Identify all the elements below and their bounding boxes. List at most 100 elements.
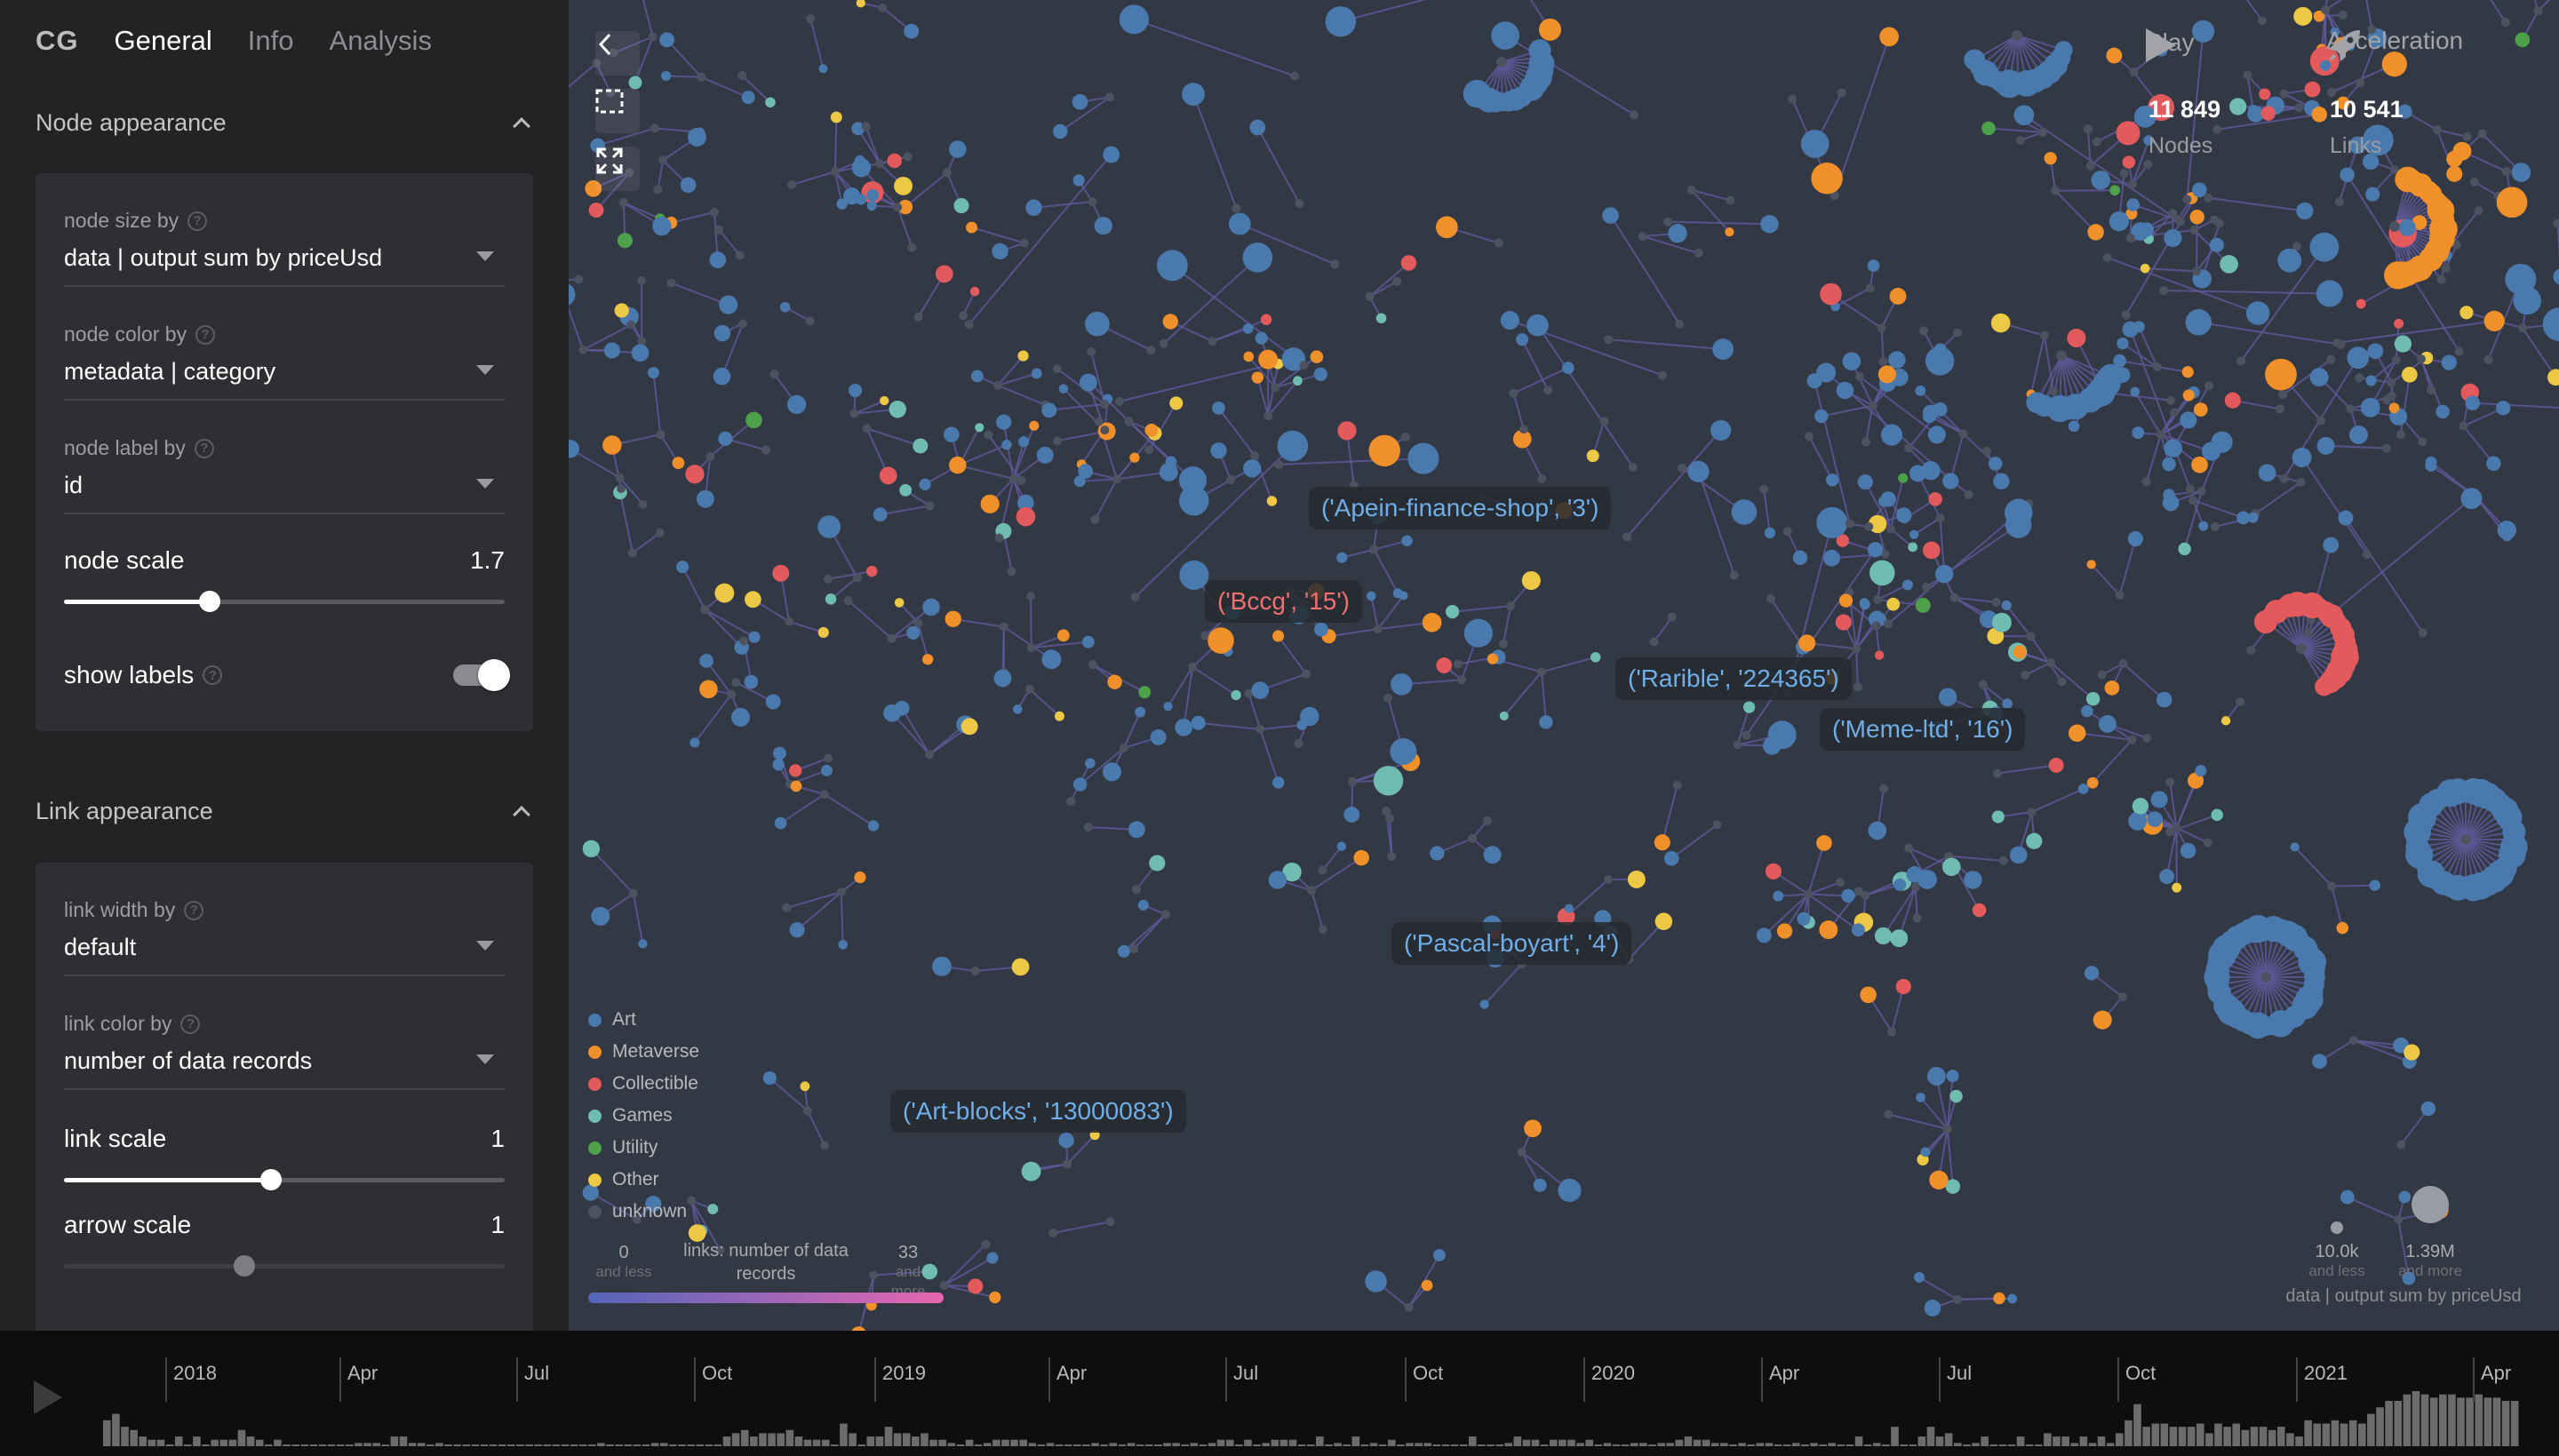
timeline-bar xyxy=(2304,1420,2312,1446)
graph-node xyxy=(2278,390,2288,400)
graph-node xyxy=(1978,680,1988,689)
fit-view-button[interactable] xyxy=(595,147,640,191)
tab-general[interactable]: General xyxy=(115,25,212,57)
graph-link xyxy=(959,443,1008,466)
help-icon[interactable]: ? xyxy=(194,438,214,458)
graph-node xyxy=(1188,662,1198,672)
collapse-sidebar-button[interactable] xyxy=(595,31,640,76)
graph-link xyxy=(1880,328,1885,362)
slider-label: node scale xyxy=(64,546,185,574)
node-label[interactable]: ('Meme-ltd', '16') xyxy=(1820,708,2026,751)
graph-node xyxy=(1687,460,1710,482)
graph-node xyxy=(1058,1133,1074,1149)
graph-link xyxy=(1029,596,1032,648)
node-label[interactable]: ('Bccg', '15') xyxy=(1205,580,1362,623)
legend-item[interactable]: Other xyxy=(588,1164,699,1196)
graph-node xyxy=(1871,621,1881,631)
slider-thumb[interactable] xyxy=(234,1255,256,1277)
graph-canvas[interactable]: Play Acceleration 11 849 Nodes 10 541 Li… xyxy=(569,0,2559,1331)
graph-node xyxy=(2212,124,2222,134)
graph-node xyxy=(1100,399,1110,409)
field-value: default xyxy=(64,934,137,960)
node-label[interactable]: ('Rarible', '224365') xyxy=(1615,657,1852,700)
timeline-bar xyxy=(2125,1420,2132,1446)
help-icon[interactable]: ? xyxy=(203,665,223,685)
graph-node xyxy=(1385,814,1395,823)
graph-node xyxy=(1543,386,1553,395)
timeline[interactable]: 2018 Apr Jul Oct 2019 Apr Jul Oct 2020 Apr Jul Oct 2… xyxy=(0,1331,2559,1456)
timeline-bar xyxy=(1981,1436,1989,1446)
graph-node xyxy=(2013,105,2035,125)
node-color-select[interactable]: node color by? metadata | category xyxy=(64,287,505,401)
graph-node xyxy=(2118,658,2128,668)
legend-item[interactable]: unknown xyxy=(588,1196,699,1228)
slider-thumb[interactable] xyxy=(260,1169,283,1190)
play-button[interactable]: Play xyxy=(2146,28,2194,62)
slider-thumb[interactable] xyxy=(198,591,220,612)
graph-node xyxy=(1162,314,1178,330)
node-label[interactable]: ('Art-blocks', '13000083') xyxy=(890,1090,1186,1133)
timeline-bar xyxy=(1028,1443,1037,1446)
link-color-select[interactable]: link color by? number of data records xyxy=(64,976,505,1090)
graph-node xyxy=(626,320,636,330)
node-appearance-header[interactable]: Node appearance xyxy=(36,105,533,140)
graph-node xyxy=(1694,249,1703,259)
graph-node xyxy=(666,278,676,288)
help-icon[interactable]: ? xyxy=(184,900,204,920)
graph-node xyxy=(1387,852,1397,862)
graph-node xyxy=(2127,735,2137,744)
link-width-select[interactable]: link width by? default xyxy=(64,863,505,976)
timeline-bar xyxy=(821,1439,830,1446)
tab-info[interactable]: Info xyxy=(248,25,294,57)
graph-node xyxy=(2077,784,2089,794)
legend-item[interactable]: Utility xyxy=(588,1132,699,1164)
graph-node xyxy=(1908,542,1918,553)
graph-node xyxy=(569,283,576,306)
timeline-bar xyxy=(408,1443,417,1446)
graph-node xyxy=(2362,550,2372,560)
graph-node xyxy=(2245,301,2270,325)
graph-node xyxy=(1842,352,1861,370)
node-scale-slider[interactable] xyxy=(64,591,505,612)
rect-select-button[interactable] xyxy=(595,89,640,133)
size-big-circle-icon xyxy=(2412,1186,2449,1223)
graph-link xyxy=(2164,290,2330,295)
help-icon[interactable]: ? xyxy=(180,1014,201,1034)
timeline-bar xyxy=(812,1439,821,1446)
timeline-bar xyxy=(184,1444,192,1446)
timeline-tick-label: 2021 xyxy=(2304,1362,2348,1384)
graph-node xyxy=(659,32,675,48)
timeline-bar xyxy=(2115,1433,2124,1446)
chevron-up-icon[interactable] xyxy=(513,117,530,135)
graph-node xyxy=(1991,612,2012,633)
tab-analysis[interactable]: Analysis xyxy=(330,25,432,57)
link-appearance-header[interactable]: Link appearance xyxy=(36,793,533,829)
graph-node xyxy=(1776,923,1793,939)
legend-item[interactable]: Games xyxy=(588,1100,699,1132)
node-label[interactable]: ('Apein-finance-shop', '3') xyxy=(1309,487,1612,529)
help-icon[interactable]: ? xyxy=(187,211,208,231)
legend-item[interactable]: Collectible xyxy=(588,1068,699,1100)
graph-node xyxy=(2303,628,2313,638)
link-scale-slider[interactable] xyxy=(64,1169,505,1190)
show-labels-toggle[interactable] xyxy=(453,659,510,691)
node-size-select[interactable]: node size by? data | output sum by price… xyxy=(64,173,505,287)
chevron-up-icon[interactable] xyxy=(513,806,530,823)
graph-node xyxy=(2365,375,2377,386)
legend-item[interactable]: Metaverse xyxy=(588,1036,699,1068)
node-label[interactable]: ('Pascal-boyart', '4') xyxy=(1391,922,1632,965)
timeline-histogram[interactable]: 2018 Apr Jul Oct 2019 Apr Jul Oct 2020 Apr Jul Oct 2… xyxy=(0,1331,2559,1456)
timeline-bar xyxy=(2187,1427,2196,1446)
legend-item[interactable]: Art xyxy=(588,1004,699,1036)
help-icon[interactable]: ? xyxy=(195,324,216,345)
graph-node xyxy=(1835,878,1845,887)
acceleration-button[interactable]: Acceleration xyxy=(2326,27,2463,61)
graph-node xyxy=(2122,155,2136,169)
graph-node xyxy=(628,76,642,90)
graph-node xyxy=(1336,552,1348,563)
network-graph[interactable] xyxy=(569,0,2559,1331)
arrow-scale-slider[interactable] xyxy=(64,1255,505,1277)
node-label-select[interactable]: node label by? id xyxy=(64,401,505,514)
graph-node xyxy=(2316,436,2335,455)
timeline-bar xyxy=(552,1444,561,1446)
